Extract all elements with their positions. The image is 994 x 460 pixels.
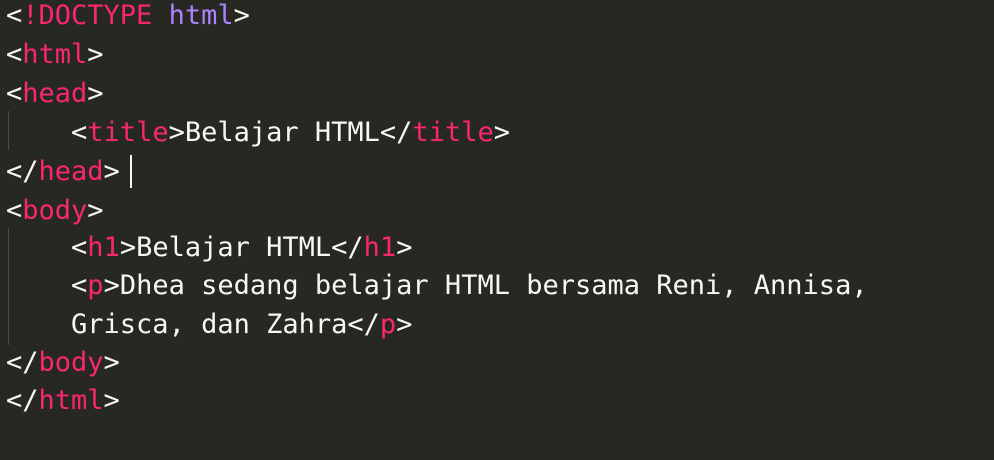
code-line-11[interactable]: </html> bbox=[6, 381, 120, 420]
angle-bracket: > bbox=[103, 270, 120, 301]
angle-bracket: < bbox=[71, 232, 88, 263]
angle-bracket: </ bbox=[347, 309, 380, 340]
angle-bracket: < bbox=[6, 0, 23, 31]
angle-bracket: </ bbox=[6, 385, 39, 416]
angle-bracket: > bbox=[103, 347, 120, 378]
tag-name: body bbox=[22, 195, 88, 226]
tag-name: head bbox=[38, 156, 104, 187]
angle-bracket: > bbox=[87, 39, 104, 70]
angle-bracket: > bbox=[87, 195, 104, 226]
text-content: Belajar HTML bbox=[136, 232, 332, 263]
doctype-keyword: !DOCTYPE bbox=[22, 0, 153, 31]
code-line-4[interactable]: <title>Belajar HTML</title> bbox=[6, 113, 510, 152]
tag-name: html bbox=[38, 385, 104, 416]
code-line-9[interactable]: Grisca, dan Zahra</p> bbox=[6, 305, 412, 344]
code-line-1[interactable]: <!DOCTYPE html> bbox=[6, 0, 250, 35]
angle-bracket: > bbox=[396, 309, 413, 340]
angle-bracket: > bbox=[103, 156, 120, 187]
angle-bracket: < bbox=[6, 39, 23, 70]
angle-bracket: > bbox=[396, 232, 413, 263]
tag-name: body bbox=[38, 347, 104, 378]
text-content: Grisca, dan Zahra bbox=[71, 309, 348, 340]
text-content: Belajar HTML bbox=[184, 117, 380, 148]
tag-name: h1 bbox=[363, 232, 397, 263]
angle-bracket: > bbox=[233, 0, 250, 31]
angle-bracket: < bbox=[6, 195, 23, 226]
angle-bracket: > bbox=[119, 232, 137, 263]
code-line-10[interactable]: </body> bbox=[6, 343, 120, 382]
angle-bracket: </ bbox=[6, 156, 39, 187]
code-line-8[interactable]: <p>Dhea sedang belajar HTML bersama Reni… bbox=[6, 266, 868, 305]
angle-bracket: < bbox=[71, 117, 88, 148]
code-line-2[interactable]: <html> bbox=[6, 35, 104, 74]
tag-name: p bbox=[379, 309, 397, 340]
angle-bracket: </ bbox=[6, 347, 39, 378]
code-line-5[interactable]: </head> bbox=[6, 152, 120, 191]
tag-name: html bbox=[22, 39, 88, 70]
doctype-html-keyword: html bbox=[168, 0, 234, 31]
angle-bracket: </ bbox=[379, 117, 413, 148]
text-cursor bbox=[130, 155, 132, 188]
angle-bracket: </ bbox=[331, 232, 364, 263]
tag-name: title bbox=[412, 117, 494, 148]
angle-bracket: > bbox=[103, 385, 120, 416]
code-editor[interactable]: <!DOCTYPE html> <html> <head> <title>Bel… bbox=[0, 0, 994, 460]
code-line-3[interactable]: <head> bbox=[6, 74, 104, 113]
angle-bracket: > bbox=[87, 78, 104, 109]
angle-bracket: < bbox=[6, 78, 23, 109]
text-content: Dhea sedang belajar HTML bersama Reni, A… bbox=[119, 270, 868, 301]
angle-bracket: < bbox=[71, 270, 88, 301]
code-line-6[interactable]: <body> bbox=[6, 191, 104, 230]
tag-name: p bbox=[87, 270, 104, 301]
angle-bracket: > bbox=[168, 117, 185, 148]
tag-name: head bbox=[22, 78, 88, 109]
tag-name: h1 bbox=[87, 232, 120, 263]
angle-bracket: > bbox=[493, 117, 510, 148]
code-line-7[interactable]: <h1>Belajar HTML</h1> bbox=[6, 228, 412, 267]
tag-name: title bbox=[87, 117, 169, 148]
